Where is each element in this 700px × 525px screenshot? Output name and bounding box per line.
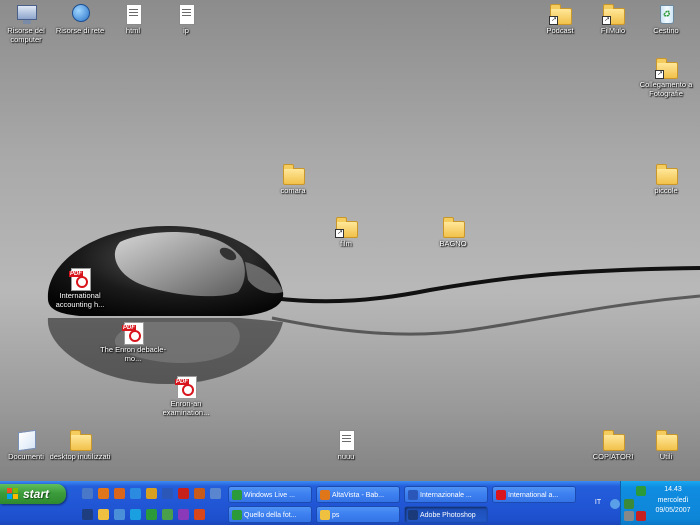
office-icon[interactable] (194, 509, 205, 520)
task-button-ps[interactable]: ps (316, 506, 400, 523)
firefox-icon[interactable] (114, 488, 125, 499)
word-icon[interactable] (162, 488, 173, 499)
clock[interactable]: 14.43 mercoledì 09/05/2007 (648, 485, 698, 517)
my-documents-icon (15, 429, 37, 452)
messenger-icon (232, 490, 242, 500)
word-icon (408, 490, 418, 500)
pdf-icon (496, 490, 506, 500)
start-label: start (23, 487, 50, 501)
text-file-icon (122, 3, 144, 25)
volume-tray-icon[interactable] (624, 511, 634, 521)
my-computer-icon (15, 3, 37, 25)
show-desktop-icon[interactable] (82, 488, 93, 499)
folder-icon (602, 429, 625, 451)
desktop-icon-ip[interactable]: ip (153, 3, 219, 36)
messenger-icon (232, 510, 242, 520)
pdf-file-icon (69, 268, 91, 291)
windows-logo-icon (7, 488, 19, 500)
pdf-file-icon (175, 376, 197, 399)
security-tray-icon[interactable] (636, 511, 646, 521)
task-button-quello-della-foto[interactable]: Quello della fot... (228, 506, 312, 523)
opera-icon[interactable] (178, 488, 189, 499)
search-icon[interactable] (114, 509, 125, 520)
window-icon[interactable] (210, 488, 221, 499)
folder-shortcut-icon: ↗ (549, 3, 572, 25)
photoshop-icon (408, 510, 418, 520)
network-places-icon (69, 3, 91, 25)
folder-icon (655, 429, 678, 451)
camera-icon[interactable] (162, 509, 173, 520)
shortcut-icon[interactable] (146, 488, 157, 499)
desktop-icon-nuuu[interactable]: nuuu (313, 429, 379, 462)
expand-tray-icon[interactable] (610, 499, 620, 509)
desktop[interactable]: Risorse del computer Risorse di rete htm… (0, 0, 700, 481)
task-button-altavista[interactable]: AltaVista - Bab... (316, 486, 400, 503)
desktop-icon-bagno[interactable]: BAGNO (420, 216, 486, 249)
desktop-icon-enron-debacle-pdf[interactable]: The Enron debacle-mo... (100, 322, 166, 363)
desktop-icon-utili[interactable]: Utili (633, 429, 699, 462)
pdf-file-icon (122, 322, 144, 345)
folder-icon (655, 163, 678, 185)
desktop-icon-desktop-inutilizzati[interactable]: desktop inutilizzati (47, 429, 113, 462)
clock-date: 09/05/2007 (655, 507, 691, 514)
desktop-icon-comara[interactable]: comara (260, 163, 326, 196)
messenger-tray-icon[interactable] (636, 486, 646, 496)
folder-icon (442, 216, 465, 238)
desktop-icon-piccole[interactable]: piccole (633, 163, 699, 196)
media-player-icon[interactable] (82, 509, 93, 520)
folder-shortcut-icon: ↗ (655, 57, 678, 79)
folder-icon (320, 510, 330, 520)
text-file-icon (335, 429, 357, 451)
skype-icon[interactable] (130, 509, 141, 520)
folder-icon[interactable] (98, 509, 109, 520)
clock-day: mercoledì (657, 496, 689, 504)
task-button-adobe-photoshop[interactable]: Adobe Photoshop (404, 506, 488, 523)
desktop-icon-film[interactable]: ↗ film (313, 216, 379, 249)
messenger-icon[interactable] (146, 509, 157, 520)
media-icon[interactable] (194, 488, 205, 499)
firefox-icon (320, 490, 330, 500)
start-button[interactable]: start (0, 484, 66, 504)
firefox-icon[interactable] (98, 488, 109, 499)
task-button-international-pdf[interactable]: International a... (492, 486, 576, 503)
desktop-icon-enron-examination-pdf[interactable]: Enron-an examination... (153, 376, 219, 417)
recycle-bin-icon (655, 3, 677, 25)
task-button-internazionale[interactable]: Internazionale ... (404, 486, 488, 503)
network-tray-icon[interactable] (624, 499, 634, 509)
folder-shortcut-icon: ↗ (335, 216, 358, 238)
internet-explorer-icon[interactable] (130, 488, 141, 499)
desktop-icon-international-accounting-pdf[interactable]: International accounting h... (47, 268, 113, 309)
desktop-icon-fotografie-shortcut[interactable]: ↗ Collegamento a Fotografie (633, 57, 699, 98)
desktop-icon-recycle-bin[interactable]: Cestino (633, 3, 699, 36)
folder-icon (69, 429, 92, 451)
clock-time: 14.43 (664, 486, 682, 493)
language-indicator[interactable]: IT (589, 484, 607, 521)
folder-shortcut-icon: ↗ (602, 3, 625, 25)
emule-icon[interactable] (178, 509, 189, 520)
task-button-windows-live[interactable]: Windows Live ... (228, 486, 312, 503)
folder-icon (282, 163, 305, 185)
text-file-icon (175, 3, 197, 25)
